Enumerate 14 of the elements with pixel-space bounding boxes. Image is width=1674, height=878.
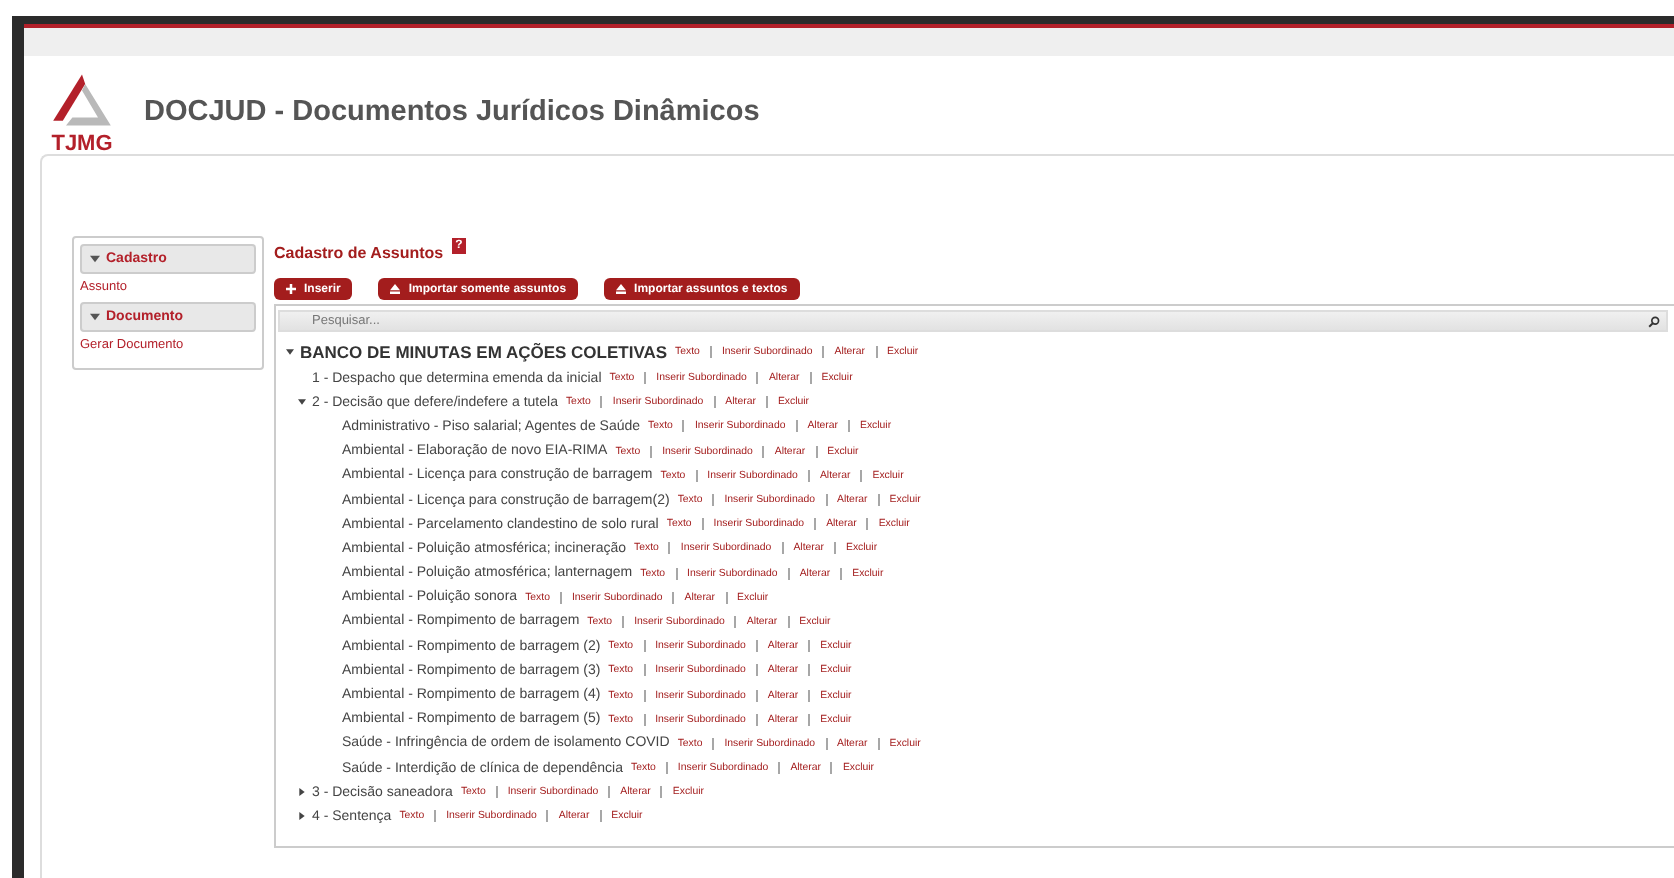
caret-icon xyxy=(90,312,100,322)
collapse-caret-icon[interactable] xyxy=(286,348,294,356)
expand-caret-icon[interactable] xyxy=(298,812,306,821)
logo-text: TJMG xyxy=(51,134,113,156)
upload-icon xyxy=(390,284,401,294)
tree-node-label[interactable]: BANCO DE MINUTAS EM AÇÕES COLETIVAS xyxy=(300,342,668,362)
collapse-caret-icon[interactable] xyxy=(298,398,306,407)
app-title: DOCJUD - Documentos Jurídicos Dinâmicos xyxy=(144,96,760,128)
page-heading: Cadastro de Assuntos xyxy=(274,244,444,262)
upload-icon xyxy=(616,284,627,294)
search-icon xyxy=(1648,316,1660,328)
caret-icon xyxy=(90,254,100,264)
plus-icon xyxy=(286,284,296,294)
expand-caret-icon[interactable] xyxy=(298,788,306,797)
